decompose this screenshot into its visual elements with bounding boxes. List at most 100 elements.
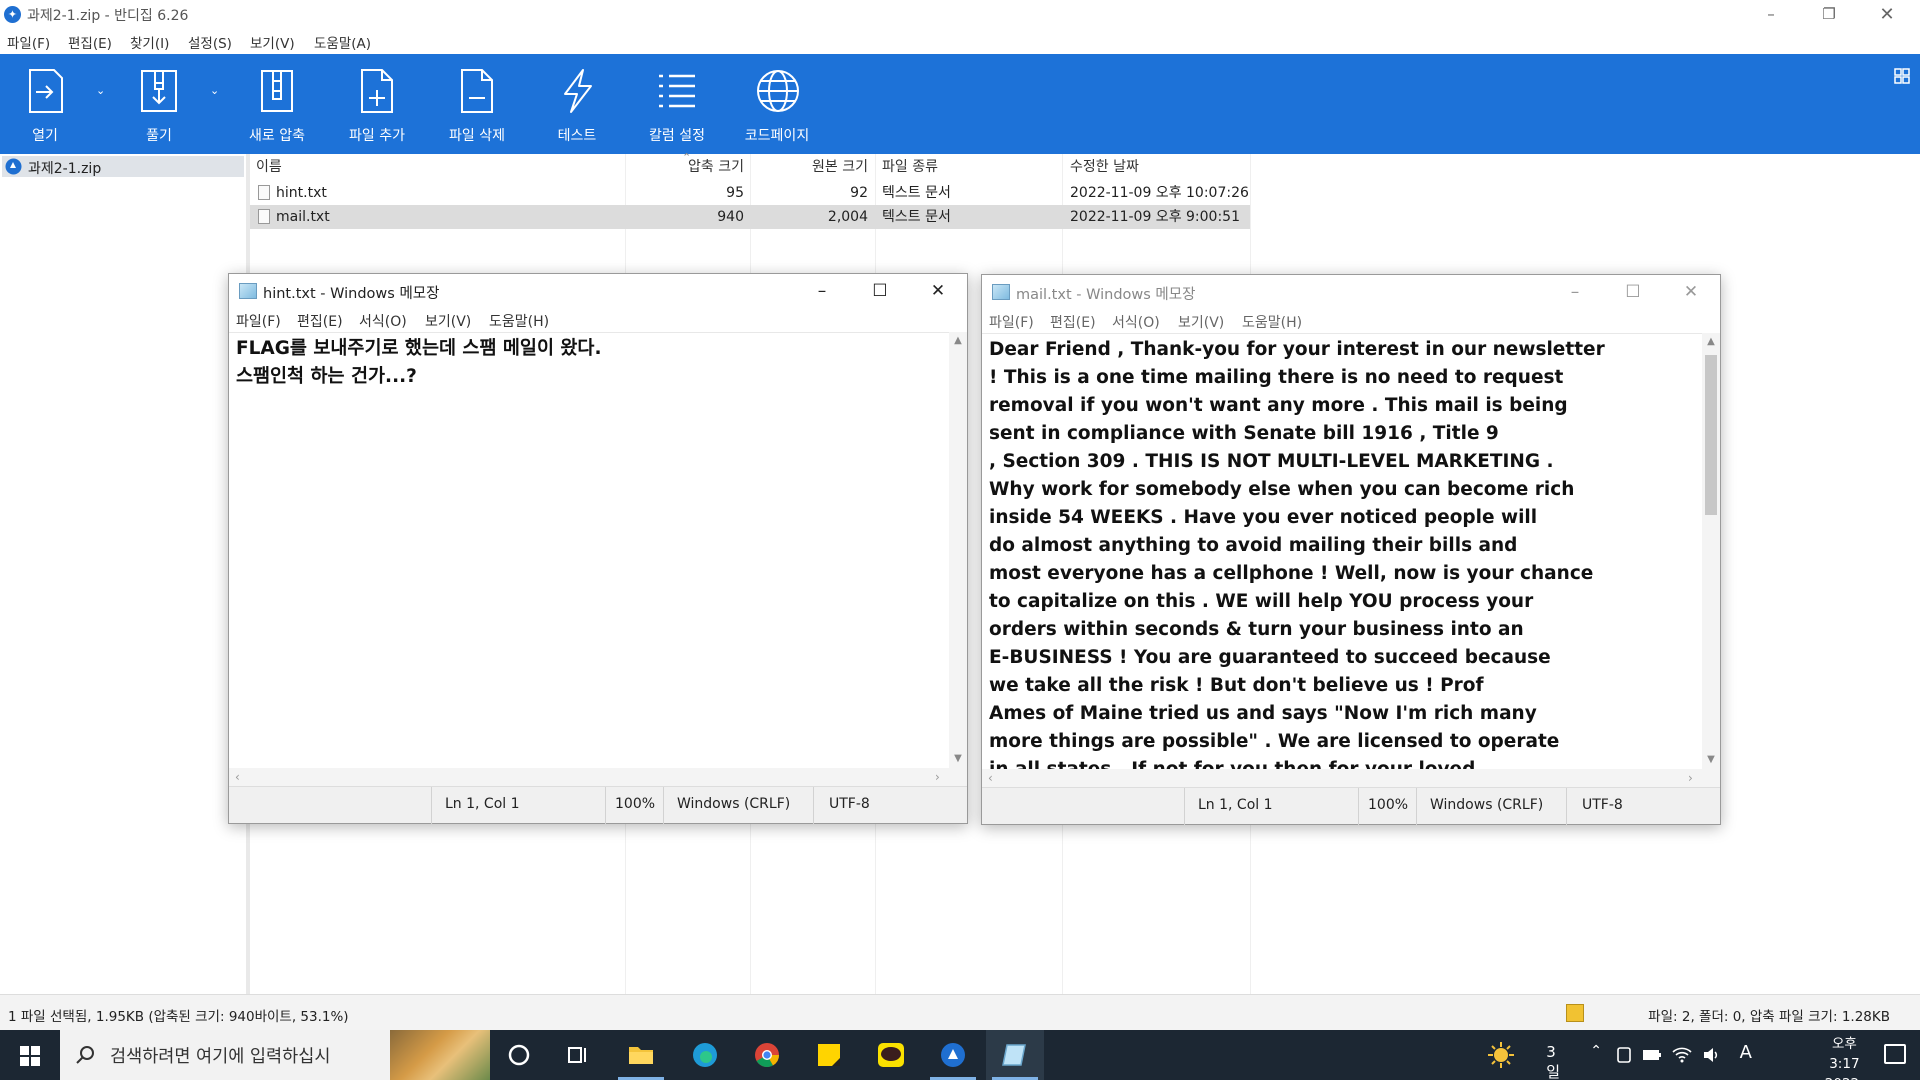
windows-logo-icon bbox=[20, 1046, 40, 1066]
battery-icon[interactable] bbox=[1642, 1048, 1662, 1062]
menu-format[interactable]: 서식(O) bbox=[359, 311, 407, 331]
minimize-button[interactable]: – bbox=[1546, 275, 1604, 309]
close-button[interactable]: ✕ bbox=[1858, 0, 1916, 29]
minimize-button[interactable]: – bbox=[793, 274, 851, 308]
show-hidden-icons-icon[interactable]: ⌃ bbox=[1590, 1043, 1602, 1059]
extract-icon bbox=[141, 70, 177, 112]
extract-button[interactable]: 풀기 bbox=[122, 54, 196, 154]
scroll-right-icon[interactable]: › bbox=[1688, 769, 1693, 787]
task-view-button[interactable] bbox=[490, 1030, 548, 1080]
menu-file[interactable]: 파일(F) bbox=[989, 312, 1034, 332]
bandizip-app-icon: ✦ bbox=[4, 6, 21, 23]
scroll-left-icon[interactable]: ‹ bbox=[988, 769, 993, 787]
menu-format[interactable]: 서식(O) bbox=[1112, 312, 1160, 332]
notepad-text-area[interactable]: Dear Friend , Thank-you for your interes… bbox=[982, 333, 1704, 769]
taskbar-file-explorer[interactable] bbox=[612, 1030, 670, 1080]
menu-help[interactable]: 도움말(A) bbox=[314, 32, 371, 52]
close-button[interactable]: ✕ bbox=[909, 274, 967, 308]
column-header-modified[interactable]: 수정한 날짜 bbox=[1070, 154, 1250, 180]
notepad-status-bar: Ln 1, Col 1 100% Windows (CRLF) UTF-8 bbox=[229, 786, 967, 824]
close-button[interactable]: ✕ bbox=[1662, 275, 1720, 309]
vertical-scrollbar[interactable]: ▲ ▼ bbox=[1702, 333, 1720, 769]
menu-file[interactable]: 파일(F) bbox=[7, 32, 50, 52]
menu-settings[interactable]: 설정(S) bbox=[188, 32, 232, 52]
vertical-scrollbar[interactable]: ▲ ▼ bbox=[949, 332, 967, 768]
notification-center-icon[interactable] bbox=[1884, 1044, 1906, 1064]
weather-icon[interactable] bbox=[1486, 1040, 1516, 1070]
zoom-level: 100% bbox=[1368, 797, 1409, 813]
globe-icon bbox=[757, 70, 799, 112]
minimize-button[interactable]: – bbox=[1742, 0, 1800, 29]
menu-file[interactable]: 파일(F) bbox=[236, 311, 281, 331]
scroll-up-icon[interactable]: ▲ bbox=[949, 332, 967, 350]
notepad-menu-bar: 파일(F) 편집(E) 서식(O) 보기(V) 도움말(H) bbox=[229, 308, 967, 332]
horizontal-scrollbar[interactable]: ‹ › bbox=[982, 769, 1704, 787]
restore-button[interactable]: ❐ bbox=[1800, 0, 1858, 29]
codepage-button[interactable]: 코드페이지 bbox=[737, 54, 817, 154]
menu-view[interactable]: 보기(V) bbox=[250, 32, 295, 52]
maximize-button[interactable]: ☐ bbox=[1604, 275, 1662, 309]
horizontal-scrollbar[interactable]: ‹ › bbox=[229, 768, 951, 786]
open-dropdown-icon[interactable]: ⌄ bbox=[96, 84, 105, 97]
maximize-button[interactable]: ☐ bbox=[851, 274, 909, 308]
notepad-text-area[interactable]: FLAG를 보내주기로 했는데 스팸 메일이 왔다. 스팸인척 하는 건가...… bbox=[229, 332, 951, 768]
file-row[interactable]: hint.txt 95 92 텍스트 문서 2022-11-09 오후 10:0… bbox=[250, 181, 1250, 205]
start-button[interactable] bbox=[0, 1030, 60, 1080]
taskbar-sticky-notes[interactable] bbox=[800, 1030, 858, 1080]
menu-edit[interactable]: 편집(E) bbox=[68, 32, 112, 52]
column-header-type[interactable]: 파일 종류 bbox=[882, 154, 1032, 180]
archive-info-icon[interactable] bbox=[1566, 1004, 1584, 1022]
delete-file-button[interactable]: 파일 삭제 bbox=[440, 54, 514, 154]
taskbar-bandizip[interactable] bbox=[924, 1030, 982, 1080]
tree-item-archive[interactable]: 과제2-1.zip bbox=[2, 156, 244, 177]
scroll-right-icon[interactable]: › bbox=[935, 768, 940, 786]
menu-edit[interactable]: 편집(E) bbox=[1050, 312, 1096, 332]
column-header-compressed[interactable]: 압축 크기 bbox=[626, 154, 744, 180]
taskbar-notepad[interactable] bbox=[986, 1030, 1044, 1080]
cursor-position: Ln 1, Col 1 bbox=[445, 796, 520, 812]
volume-icon[interactable] bbox=[1702, 1046, 1720, 1064]
notepad-menu-bar: 파일(F) 편집(E) 서식(O) 보기(V) 도움말(H) bbox=[982, 309, 1720, 333]
scrollbar-thumb[interactable] bbox=[1705, 355, 1717, 515]
status-selection: 1 파일 선택됨, 1.95KB (압축된 크기: 940바이트, 53.1%) bbox=[8, 1009, 349, 1025]
taskbar-kakaotalk[interactable] bbox=[862, 1030, 920, 1080]
scroll-left-icon[interactable]: ‹ bbox=[235, 768, 240, 786]
scroll-up-icon[interactable]: ▲ bbox=[1702, 333, 1720, 351]
menu-help[interactable]: 도움말(H) bbox=[1242, 312, 1302, 332]
file-row-selected[interactable]: mail.txt 940 2,004 텍스트 문서 2022-11-09 오후 … bbox=[250, 205, 1250, 229]
menu-help[interactable]: 도움말(H) bbox=[489, 311, 549, 331]
taskbar-search-box[interactable]: 검색하려면 여기에 입력하십시 bbox=[60, 1030, 490, 1080]
new-archive-button[interactable]: 새로 압축 bbox=[240, 54, 314, 154]
open-button[interactable]: 열기 bbox=[8, 54, 82, 154]
column-settings-button[interactable]: 칼럼 설정 bbox=[640, 54, 714, 154]
size-grip[interactable] bbox=[1702, 769, 1720, 787]
column-header-original[interactable]: 원본 크기 bbox=[750, 154, 868, 180]
wifi-icon[interactable] bbox=[1672, 1045, 1692, 1063]
size-grip[interactable] bbox=[949, 768, 967, 786]
taskbar-edge[interactable] bbox=[676, 1030, 734, 1080]
taskbar-chrome[interactable] bbox=[738, 1030, 796, 1080]
input-method-indicator[interactable]: A bbox=[1740, 1042, 1752, 1063]
kakaotalk-icon bbox=[878, 1043, 904, 1067]
menu-view[interactable]: 보기(V) bbox=[1178, 312, 1224, 332]
test-button[interactable]: 테스트 bbox=[540, 54, 614, 154]
search-highlight-image bbox=[390, 1030, 490, 1080]
weather-text[interactable]: 3일 후 bbox=[1546, 1043, 1560, 1080]
column-header-name[interactable]: 이름 bbox=[256, 154, 612, 180]
search-icon bbox=[76, 1046, 94, 1064]
clock[interactable]: 오후 3:17 2022-11-17 bbox=[1825, 1034, 1864, 1080]
bandizip-icon bbox=[941, 1043, 965, 1067]
task-view-button-2[interactable] bbox=[548, 1030, 606, 1080]
text-file-icon bbox=[258, 185, 270, 200]
scroll-down-icon[interactable]: ▼ bbox=[949, 750, 967, 768]
extract-dropdown-icon[interactable]: ⌄ bbox=[210, 84, 219, 97]
menu-find[interactable]: 찾기(I) bbox=[130, 32, 169, 52]
menu-edit[interactable]: 편집(E) bbox=[297, 311, 343, 331]
menu-view[interactable]: 보기(V) bbox=[425, 311, 471, 331]
device-icon[interactable] bbox=[1616, 1046, 1632, 1064]
notepad-title: hint.txt - Windows 메모장 bbox=[263, 286, 440, 302]
layout-grid-icon[interactable] bbox=[1894, 68, 1910, 84]
toolbar: 열기 ⌄ 풀기 ⌄ 새로 압축 파일 추가 파일 삭제 테스트 칼럼 설정 코드… bbox=[0, 54, 1920, 154]
scroll-down-icon[interactable]: ▼ bbox=[1702, 751, 1720, 769]
add-file-button[interactable]: 파일 추가 bbox=[340, 54, 414, 154]
